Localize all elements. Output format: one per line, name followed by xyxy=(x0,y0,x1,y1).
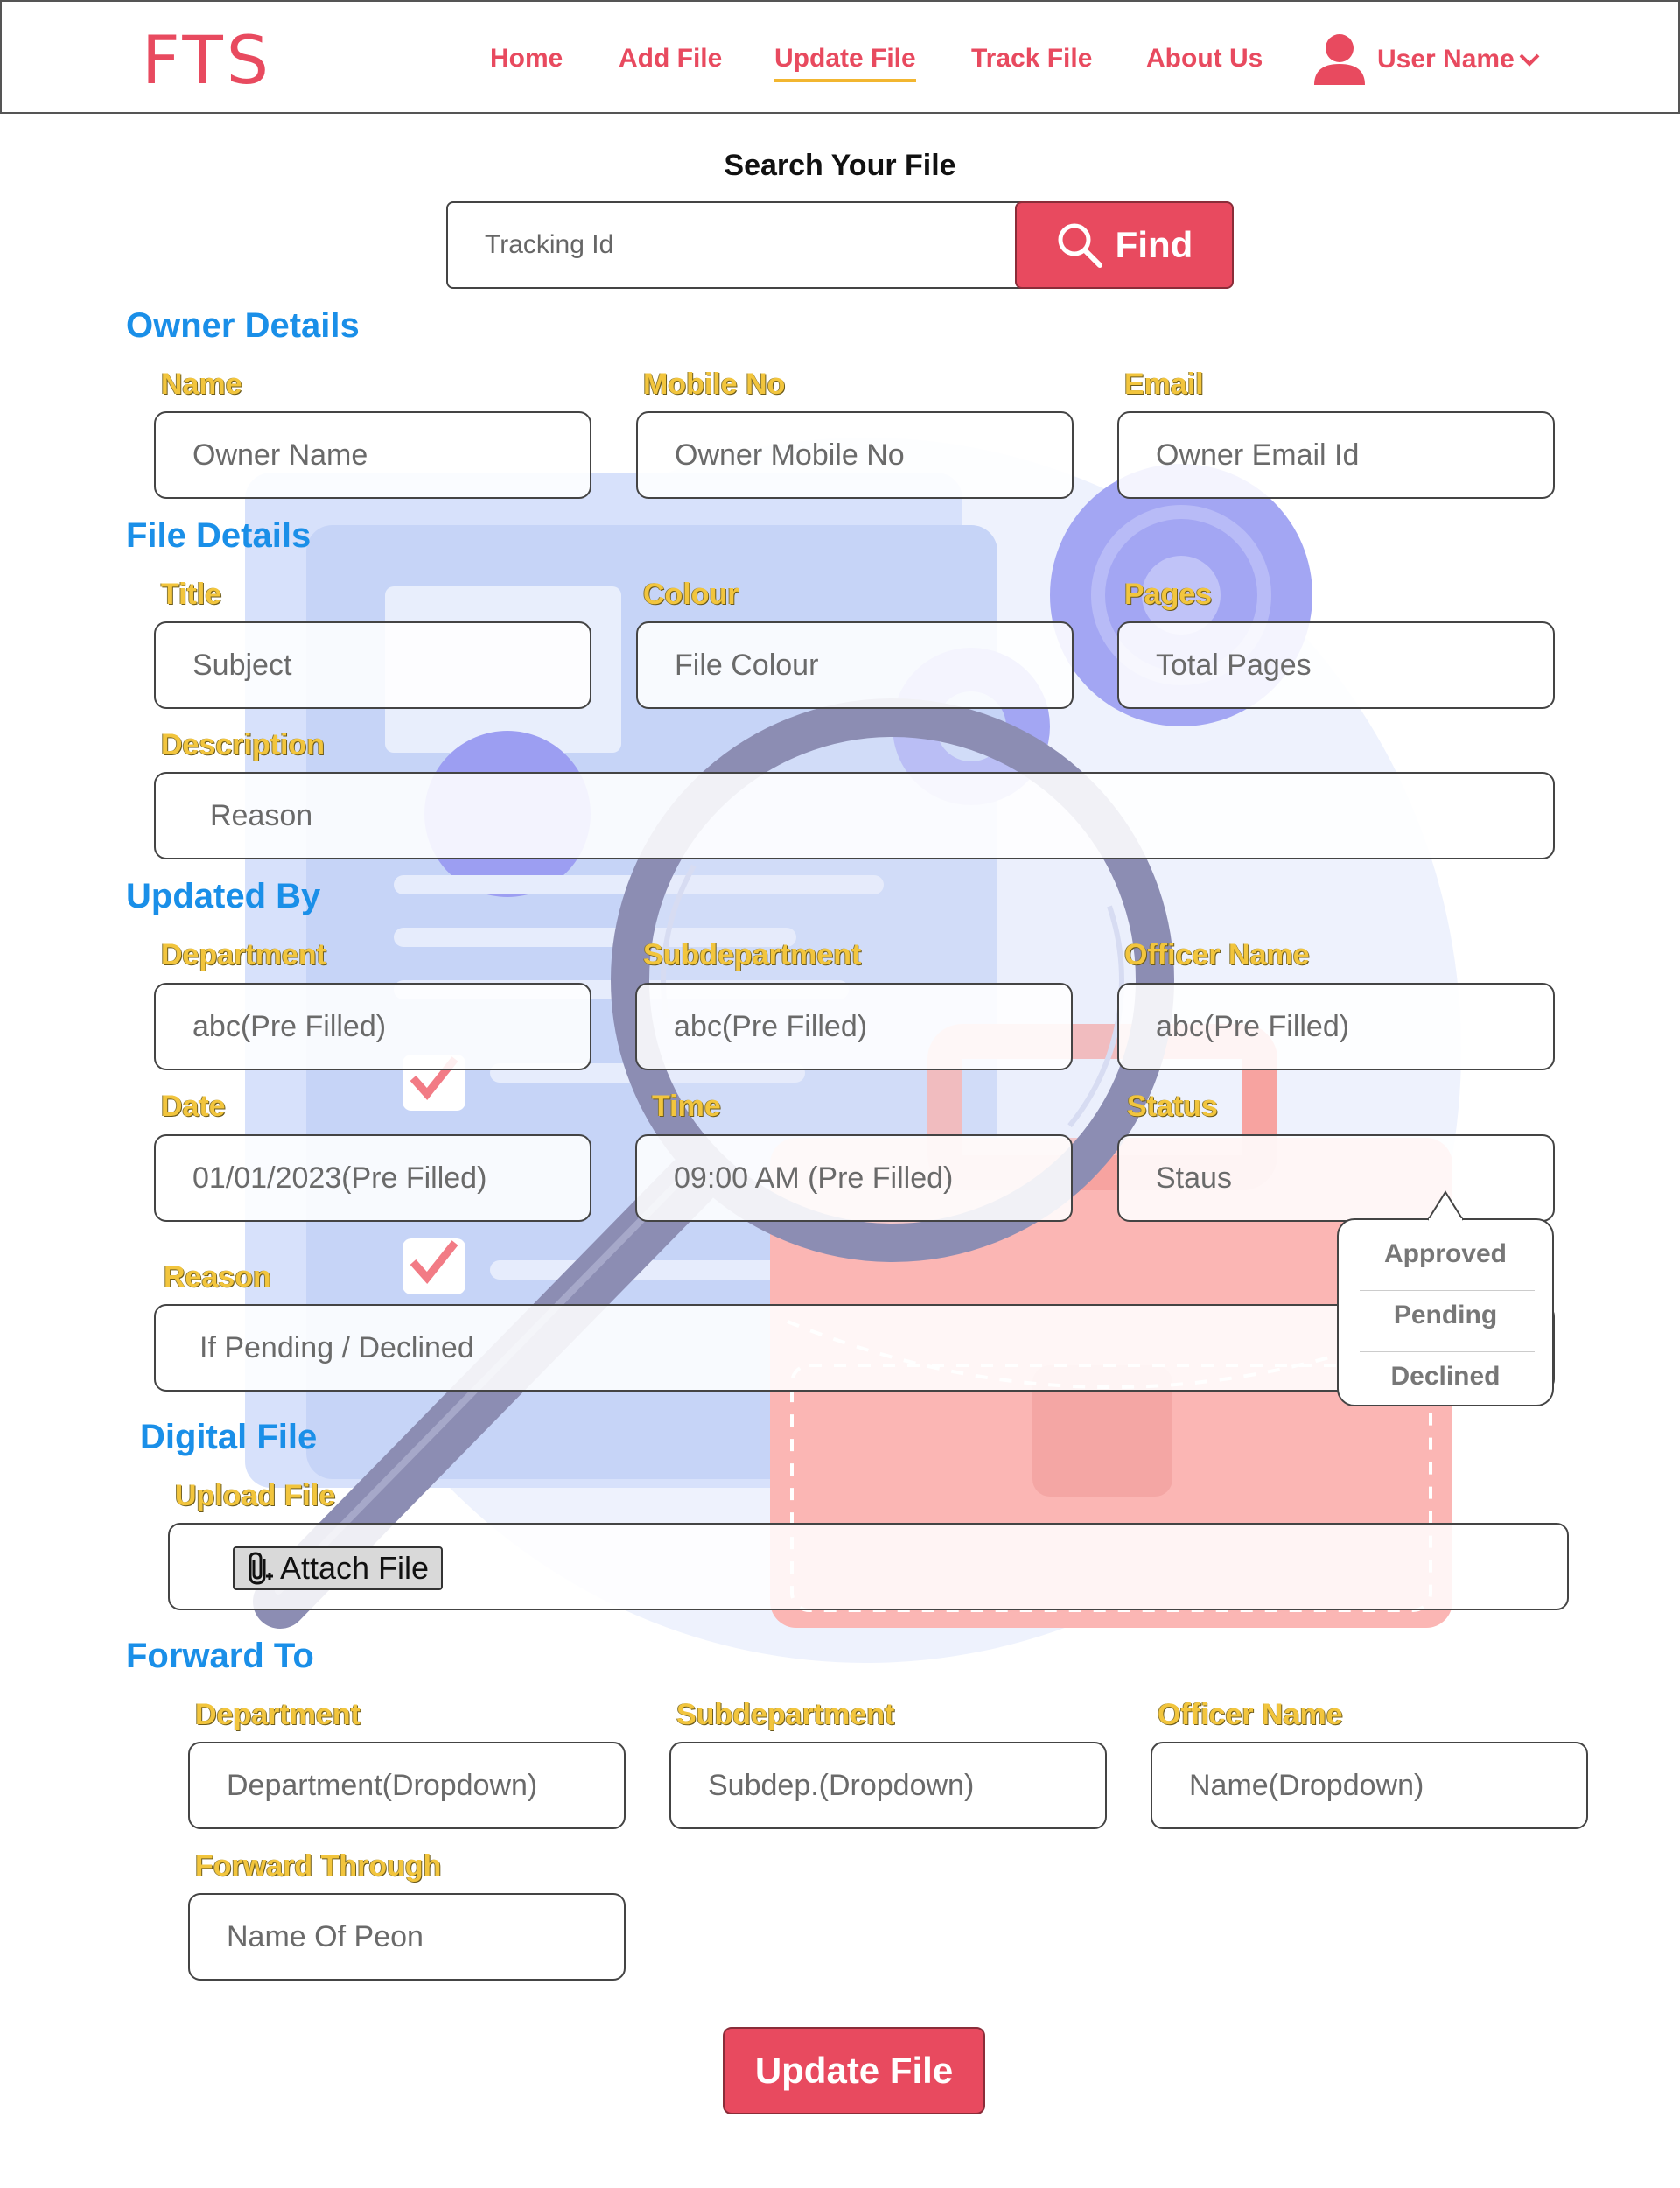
file-title-label: Title xyxy=(161,578,222,611)
find-button-label: Find xyxy=(1115,224,1194,265)
forward-officer-dropdown[interactable]: Name(Dropdown) xyxy=(1151,1742,1588,1829)
search-icon xyxy=(1058,223,1102,268)
date-label: Date xyxy=(161,1090,226,1123)
updated-department-label: Department xyxy=(161,938,326,971)
attach-file-button[interactable]: Attach File xyxy=(233,1546,444,1590)
forward-department-dropdown[interactable]: Department(Dropdown) xyxy=(188,1742,626,1829)
status-select[interactable]: Staus xyxy=(1117,1134,1555,1222)
user-menu[interactable]: User Name xyxy=(1312,32,1541,88)
tracking-id-input[interactable]: Tracking Id xyxy=(446,201,1059,289)
description-input[interactable]: Reason xyxy=(154,772,1555,859)
status-divider xyxy=(1360,1351,1535,1352)
updated-officer-label: Officer Name xyxy=(1124,938,1310,971)
updated-department-field[interactable]: abc(Pre Filled) xyxy=(154,983,592,1070)
file-colour-input[interactable]: File Colour xyxy=(636,621,1074,709)
time-label: Time xyxy=(652,1090,721,1123)
status-label: Status xyxy=(1127,1090,1218,1123)
owner-email-input[interactable]: Owner Email Id xyxy=(1117,411,1555,499)
file-details-title: File Details xyxy=(126,516,312,555)
reason-label: Reason xyxy=(164,1260,271,1294)
forward-subdepartment-label: Subdepartment xyxy=(676,1698,895,1731)
user-name-label: User Name xyxy=(1377,45,1515,74)
nav-home[interactable]: Home xyxy=(490,44,563,74)
forward-through-label: Forward Through xyxy=(195,1849,442,1883)
status-divider xyxy=(1360,1290,1535,1291)
forward-to-title: Forward To xyxy=(126,1637,314,1675)
find-button[interactable]: Find xyxy=(1015,201,1234,289)
file-pages-label: Pages xyxy=(1124,578,1213,611)
owner-email-label: Email xyxy=(1124,368,1204,401)
updated-subdepartment-field[interactable]: abc(Pre Filled) xyxy=(635,983,1073,1070)
nav-track-file[interactable]: Track File xyxy=(971,44,1092,74)
chevron-down-icon xyxy=(1519,53,1540,67)
attach-file-label: Attach File xyxy=(280,1550,430,1586)
owner-mobile-input[interactable]: Owner Mobile No xyxy=(636,411,1074,499)
owner-name-label: Name xyxy=(161,368,242,401)
upload-file-label: Upload File xyxy=(175,1479,336,1512)
paperclip-icon xyxy=(248,1552,273,1585)
update-file-button[interactable]: Update File xyxy=(723,2027,985,2114)
forward-through-input[interactable]: Name Of Peon xyxy=(188,1893,626,1981)
app-logo[interactable]: FTS xyxy=(142,21,272,99)
digital-file-title: Digital File xyxy=(140,1418,318,1456)
owner-name-input[interactable]: Owner Name xyxy=(154,411,592,499)
search-title: Search Your File xyxy=(724,149,956,182)
status-dropdown-menu: Approved Pending Declined xyxy=(1337,1218,1554,1406)
updated-by-title: Updated By xyxy=(126,877,321,915)
dropdown-caret xyxy=(1427,1190,1464,1222)
owner-details-title: Owner Details xyxy=(126,306,360,345)
forward-department-label: Department xyxy=(195,1698,360,1731)
upload-file-field[interactable]: Attach File xyxy=(168,1523,1569,1610)
file-title-input[interactable]: Subject xyxy=(154,621,592,709)
forward-officer-label: Officer Name xyxy=(1158,1698,1343,1731)
description-label: Description xyxy=(161,728,326,761)
updated-officer-field[interactable]: abc(Pre Filled) xyxy=(1117,983,1555,1070)
top-navbar: FTS Home Add File Update File Track File… xyxy=(0,0,1680,114)
status-option-declined[interactable]: Declined xyxy=(1339,1362,1552,1392)
owner-mobile-label: Mobile No xyxy=(643,368,786,401)
file-pages-input[interactable]: Total Pages xyxy=(1117,621,1555,709)
nav-update-file[interactable]: Update File xyxy=(774,44,916,82)
updated-subdepartment-label: Subdepartment xyxy=(643,938,862,971)
status-option-approved[interactable]: Approved xyxy=(1339,1239,1552,1269)
file-colour-label: Colour xyxy=(643,578,739,611)
user-icon xyxy=(1314,34,1365,85)
time-field[interactable]: 09:00 AM (Pre Filled) xyxy=(635,1134,1073,1222)
nav-add-file[interactable]: Add File xyxy=(619,44,722,74)
nav-about-us[interactable]: About Us xyxy=(1146,44,1263,74)
date-field[interactable]: 01/01/2023(Pre Filled) xyxy=(154,1134,592,1222)
status-option-pending[interactable]: Pending xyxy=(1339,1301,1552,1330)
forward-subdepartment-dropdown[interactable]: Subdep.(Dropdown) xyxy=(669,1742,1107,1829)
